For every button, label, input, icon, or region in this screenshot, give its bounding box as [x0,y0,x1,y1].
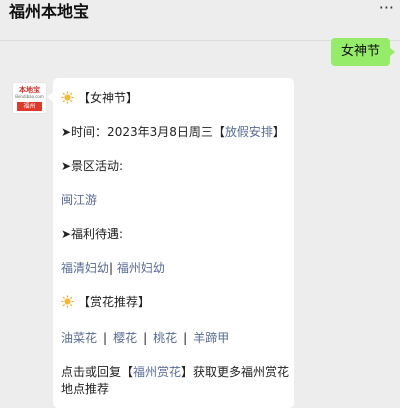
incoming-message: 【女神节】 ➤时间：2023年3月8日周三【放假安排】 ➤景区活动: 闽江游 ➤… [47,78,294,408]
outgoing-message[interactable]: 女神节 [330,38,396,66]
welfare-links: 福清妇幼| 福州妇幼 [61,260,165,276]
more-icon[interactable]: ··· [379,0,394,16]
sun-icon [61,91,74,104]
time-line: ➤时间：2023年3月8日周三【放假安排】 [61,124,285,140]
avatar[interactable]: 本地宝 Bendibao.com 福州 [12,82,47,114]
footer-text: 点击或回复【 [61,365,134,379]
holiday-schedule-link[interactable]: 放假安排 [225,125,273,139]
separator: | [103,331,108,345]
fuzhou-flowers-link[interactable]: 福州赏花 [133,365,181,379]
separator: | [183,331,188,345]
time-text: ➤时间：2023年3月8日周三【 [61,125,225,139]
section-title: 【赏花推荐】 [78,295,151,309]
fuqing-maternity-link[interactable]: 福清妇幼 [61,261,109,275]
avatar-city-label: 福州 [17,102,42,111]
rapeseed-flower-link[interactable]: 油菜花 [61,331,97,345]
flower-links: 油菜花 | 樱花 | 桃花 | 羊蹄甲 [61,330,229,346]
separator: | [109,261,114,275]
min-river-tour-link[interactable]: 闽江游 [61,192,97,208]
bracket-close: 】 [272,125,285,139]
peach-blossom-link[interactable]: 桃花 [153,331,177,345]
section-flowers: 【赏花推荐】 [61,294,150,310]
sun-icon [61,295,74,308]
chat-header: 福州本地宝 ··· [0,0,400,41]
welfare-label: ➤福利待遇: [61,227,124,241]
section-womens-day: 【女神节】 [61,90,138,106]
cherry-blossom-link[interactable]: 樱花 [113,331,137,345]
footer-text-2: 】获取更多福州赏花 [181,365,290,379]
footer-line: 点击或回复【福州赏花】获取更多福州赏花 [61,364,289,380]
chat-title: 福州本地宝 [9,2,90,21]
bauhinia-link[interactable]: 羊蹄甲 [193,331,229,345]
scenic-label: ➤景区活动: [61,159,124,173]
avatar-logo-subtext: Bendibao.com [15,94,44,99]
section-title: 【女神节】 [78,91,139,105]
separator: | [143,331,148,345]
footer-line-2: 地点推荐 [61,382,110,396]
fuzhou-maternity-link[interactable]: 福州妇幼 [117,261,165,275]
